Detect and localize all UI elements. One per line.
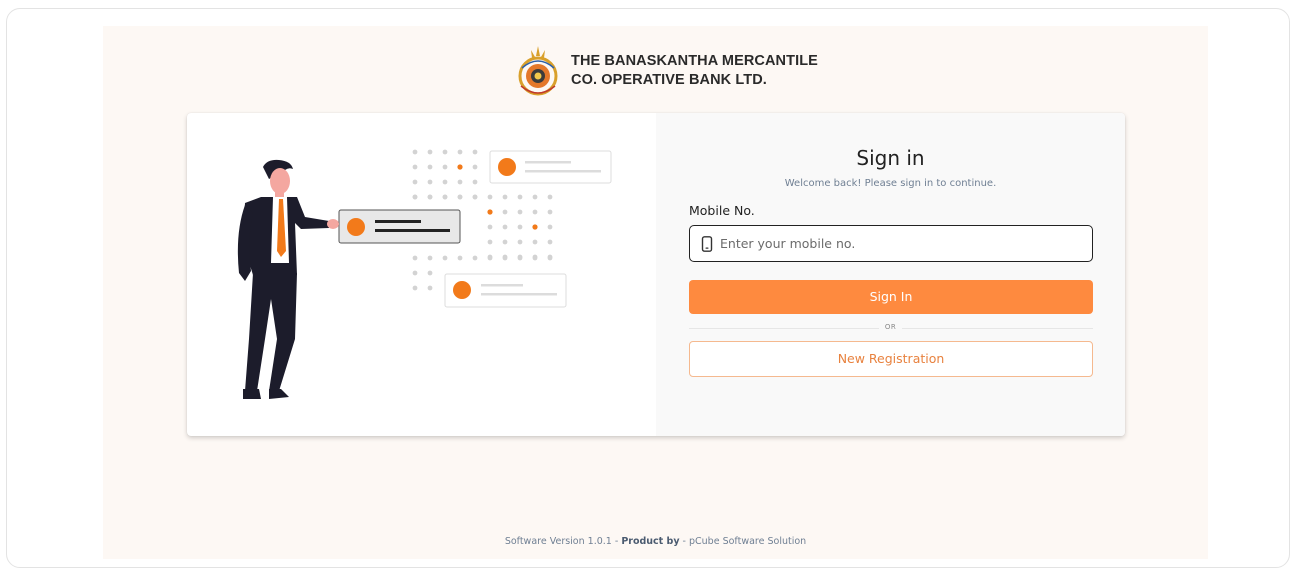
- footer-version: Software Version 1.0.1 -: [504, 536, 622, 547]
- mobile-label: Mobile No.: [689, 203, 755, 218]
- presentation-illustration: [237, 149, 612, 399]
- mobile-field[interactable]: [689, 225, 1093, 262]
- signin-title: Sign in: [856, 146, 925, 170]
- or-divider: OR: [656, 323, 1125, 331]
- signin-button[interactable]: Sign In: [689, 280, 1093, 314]
- footer-company: - pCube Software Solution: [679, 536, 807, 547]
- bank-name-line2: CO. OPERATIVE BANK LTD.: [571, 72, 767, 88]
- signin-panel: Sign in Welcome back! Please sign in to …: [656, 113, 1125, 436]
- signin-subtitle: Welcome back! Please sign in to continue…: [784, 178, 997, 189]
- bank-logo: [518, 46, 558, 96]
- or-divider-label: OR: [878, 323, 903, 331]
- mobile-phone-icon: [701, 236, 713, 252]
- footer: Software Version 1.0.1 - Product by - pC…: [103, 536, 1208, 547]
- login-card: Sign in Welcome back! Please sign in to …: [187, 113, 1125, 436]
- browser-frame: THE BANASKANTHA MERCANTILE CO. OPERATIVE…: [6, 8, 1290, 568]
- new-registration-button[interactable]: New Registration: [689, 341, 1093, 377]
- bank-name-line1: THE BANASKANTHA MERCANTILE: [571, 53, 818, 69]
- bank-name: THE BANASKANTHA MERCANTILE CO. OPERATIVE…: [571, 52, 891, 90]
- man-figure: [237, 159, 339, 399]
- login-page: THE BANASKANTHA MERCANTILE CO. OPERATIVE…: [103, 26, 1208, 559]
- footer-product-by: Product by: [621, 536, 680, 547]
- mobile-input[interactable]: [720, 226, 1085, 260]
